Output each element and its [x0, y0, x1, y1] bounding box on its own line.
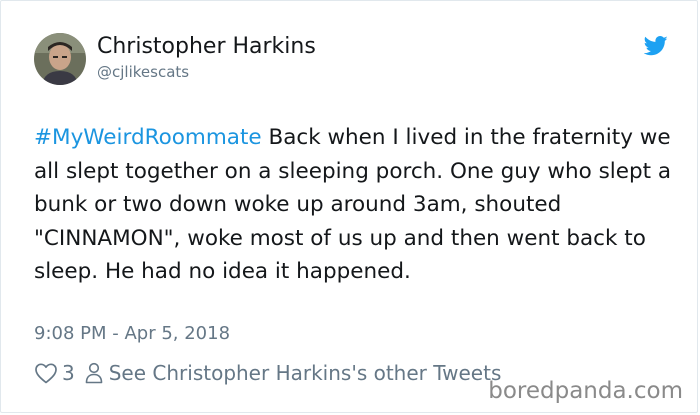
tweet-text: #MyWeirdRoommate Back when I lived in th… [34, 121, 684, 289]
person-icon [85, 362, 103, 384]
twitter-bird-icon[interactable] [643, 36, 668, 56]
like-count[interactable]: 3 [62, 361, 75, 385]
heart-icon[interactable] [34, 362, 58, 384]
avatar[interactable] [34, 33, 86, 85]
author-handle[interactable]: @cjlikescats [97, 63, 189, 81]
watermark: boredpanda.com [488, 378, 683, 404]
author-name[interactable]: Christopher Harkins [97, 34, 316, 59]
other-tweets-link[interactable]: See Christopher Harkins's other Tweets [109, 361, 502, 385]
tweet-timestamp[interactable]: 9:08 PM - Apr 5, 2018 [34, 323, 230, 344]
tweet-card: Christopher Harkins @cjlikescats #MyWeir… [0, 0, 698, 413]
hashtag-link[interactable]: #MyWeirdRoommate [34, 125, 262, 150]
tweet-actions: 3 See Christopher Harkins's other Tweets [34, 358, 501, 388]
